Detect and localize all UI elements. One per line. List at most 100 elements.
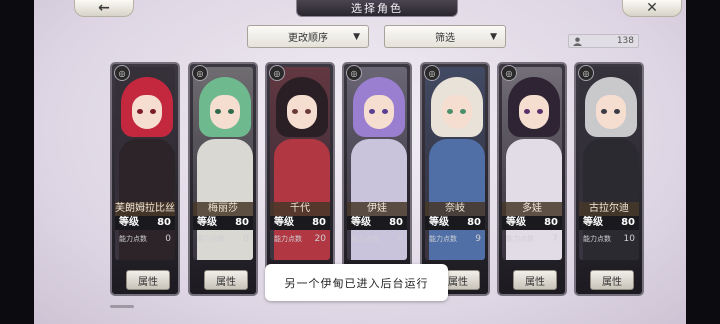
- character-name: 芙朗姆拉比丝: [115, 202, 175, 216]
- attribute-button-label: 属性: [448, 276, 468, 288]
- level-label: 等级: [119, 217, 139, 228]
- eye-left: [369, 109, 375, 114]
- chevron-down-icon: ▼: [490, 31, 497, 42]
- attribute-button-label: 属性: [602, 276, 622, 288]
- level-value: 80: [467, 217, 481, 228]
- owned-count-box: 138: [568, 34, 639, 48]
- level-label: 等级: [197, 217, 217, 228]
- eye-left: [601, 109, 607, 114]
- attribute-button[interactable]: 属性: [204, 270, 248, 290]
- points-row: 能力点数 10: [579, 232, 639, 246]
- eye-right: [460, 109, 466, 114]
- character-name: 梅丽莎: [193, 202, 253, 216]
- level-row: 等级 80: [579, 216, 639, 230]
- eye-left: [524, 109, 530, 114]
- character-card[interactable]: ◎ 芙朗姆拉比丝 等级 80 能力点数 0 属性: [110, 62, 180, 296]
- character-card[interactable]: ◎ 千代 等级 80 能力点数 20 属性: [265, 62, 335, 296]
- chevron-down-icon: ▼: [353, 31, 360, 42]
- sort-dropdown[interactable]: 更改顺序 ▼: [247, 25, 369, 48]
- character-name: 古拉尔迪: [579, 202, 639, 216]
- level-label: 等级: [583, 217, 603, 228]
- attribute-button[interactable]: 属性: [126, 270, 170, 290]
- close-button[interactable]: ✕: [622, 0, 682, 17]
- level-value: 80: [235, 217, 249, 228]
- points-value: 10: [623, 234, 635, 244]
- attribute-button-label: 属性: [216, 276, 236, 288]
- eye-left: [292, 109, 298, 114]
- element-emblem-icon: ◎: [346, 65, 362, 81]
- points-value: 0: [397, 234, 403, 244]
- points-value: 7: [552, 234, 558, 244]
- level-row: 等级 80: [502, 216, 562, 230]
- level-value: 80: [544, 217, 558, 228]
- character-card[interactable]: ◎ 古拉尔迪 等级 80 能力点数 10 属性: [574, 62, 644, 296]
- character-name: 奈岐: [425, 202, 485, 216]
- points-value: 0: [243, 234, 249, 244]
- points-label: 能力点数: [506, 235, 534, 243]
- points-label: 能力点数: [429, 235, 457, 243]
- eye-left: [447, 109, 453, 114]
- eye-left: [215, 109, 221, 114]
- points-label: 能力点数: [274, 235, 302, 243]
- eye-right: [382, 109, 388, 114]
- back-button[interactable]: ←: [74, 0, 134, 17]
- character-name: 伊娃: [347, 202, 407, 216]
- eye-left: [137, 109, 143, 114]
- attribute-button[interactable]: 属性: [513, 270, 557, 290]
- points-value: 0: [165, 234, 171, 244]
- horizontal-scrollbar[interactable]: [110, 305, 134, 308]
- eye-right: [228, 109, 234, 114]
- points-label: 能力点数: [197, 235, 225, 243]
- element-emblem-icon: ◎: [192, 65, 208, 81]
- points-label: 能力点数: [351, 235, 379, 243]
- points-row: 能力点数 20: [270, 232, 330, 246]
- level-row: 等级 80: [347, 216, 407, 230]
- level-label: 等级: [351, 217, 371, 228]
- level-value: 80: [389, 217, 403, 228]
- character-card[interactable]: ◎ 多娃 等级 80 能力点数 7 属性: [497, 62, 567, 296]
- element-emblem-icon: ◎: [424, 65, 440, 81]
- close-icon: ✕: [646, 0, 658, 16]
- level-row: 等级 80: [193, 216, 253, 230]
- level-value: 80: [621, 217, 635, 228]
- level-value: 80: [312, 217, 326, 228]
- attribute-button-label: 属性: [138, 276, 158, 288]
- element-emblem-icon: ◎: [578, 65, 594, 81]
- left-letterbox: [0, 0, 34, 324]
- attribute-button[interactable]: 属性: [590, 270, 634, 290]
- character-name: 多娃: [502, 202, 562, 216]
- character-card[interactable]: ◎ 奈岐 等级 80 能力点数 9 属性: [420, 62, 490, 296]
- level-value: 80: [157, 217, 171, 228]
- points-row: 能力点数 0: [115, 232, 175, 246]
- points-label: 能力点数: [583, 235, 611, 243]
- person-icon: [573, 36, 582, 46]
- back-arrow-icon: ←: [98, 0, 110, 16]
- character-card[interactable]: ◎ 伊娃 等级 80 能力点数 0 属性: [342, 62, 412, 296]
- toast-text: 另一个伊甸已进入后台运行: [284, 276, 429, 290]
- level-label: 等级: [429, 217, 449, 228]
- attribute-button-label: 属性: [525, 276, 545, 288]
- points-value: 9: [475, 234, 481, 244]
- eye-right: [537, 109, 543, 114]
- character-card[interactable]: ◎ 梅丽莎 等级 80 能力点数 0 属性: [188, 62, 258, 296]
- points-row: 能力点数 0: [193, 232, 253, 246]
- eye-right: [305, 109, 311, 114]
- page-title-bar: 选择角色: [296, 0, 458, 17]
- points-label: 能力点数: [119, 235, 147, 243]
- right-letterbox: [686, 0, 720, 324]
- filter-dropdown[interactable]: 筛选 ▼: [384, 25, 506, 48]
- points-row: 能力点数 7: [502, 232, 562, 246]
- eye-right: [150, 109, 156, 114]
- character-name: 千代: [270, 202, 330, 216]
- level-label: 等级: [506, 217, 526, 228]
- page-title: 选择角色: [351, 2, 403, 15]
- element-emblem-icon: ◎: [501, 65, 517, 81]
- level-label: 等级: [274, 217, 294, 228]
- element-emblem-icon: ◎: [269, 65, 285, 81]
- filter-label: 筛选: [435, 33, 455, 44]
- element-emblem-icon: ◎: [114, 65, 130, 81]
- eye-right: [614, 109, 620, 114]
- background-toast: 另一个伊甸已进入后台运行: [265, 264, 448, 301]
- points-row: 能力点数 0: [347, 232, 407, 246]
- owned-count: 138: [616, 36, 634, 46]
